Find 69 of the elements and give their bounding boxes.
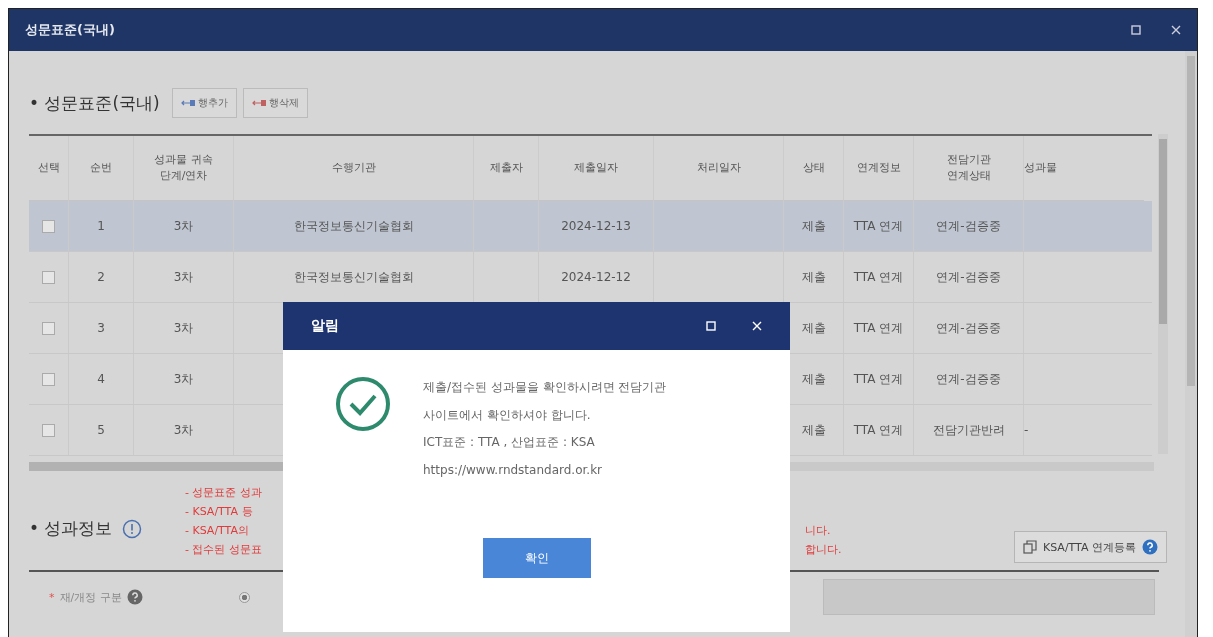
arrow-add-icon <box>180 99 195 107</box>
toolbar-button[interactable]: 행추가 <box>171 88 237 118</box>
note-text: - KSA/TTA의 <box>185 523 250 538</box>
note-text: - KSA/TTA 등 <box>185 504 254 519</box>
copy-icon <box>1022 540 1037 554</box>
table-cell: TTA 연계 <box>853 370 904 388</box>
info-icon[interactable] <box>122 518 143 539</box>
table-cell: 제출 <box>801 319 826 337</box>
table-cell: TTA 연계 <box>853 217 904 235</box>
row-checkbox[interactable] <box>42 423 55 437</box>
help-icon[interactable] <box>1142 539 1158 555</box>
section-title: • 성문표준(국내) <box>29 91 160 115</box>
table-cell: 3차 <box>173 217 194 235</box>
dialog-title: 알림 <box>311 317 340 335</box>
dialog-message: 사이트에서 확인하셔야 합니다. <box>423 406 592 424</box>
link-register-button[interactable]: KSA/TTA 연계등록 <box>1013 531 1167 563</box>
table-cell: 2024-12-12 <box>561 270 631 284</box>
window-title: 성문표준(국내) <box>25 21 116 39</box>
table-cell: 제출 <box>801 421 826 439</box>
table-cell: 1 <box>97 219 105 233</box>
note-text: 니다. <box>805 523 831 538</box>
dialog-message: https://www.rndstandard.or.kr <box>423 461 604 479</box>
table-cell: 3차 <box>173 268 194 286</box>
table-cell: 3차 <box>173 421 194 439</box>
row-checkbox[interactable] <box>42 219 55 233</box>
table-cell: 제출 <box>801 370 826 388</box>
close-icon[interactable] <box>1171 25 1181 35</box>
table-cell: 제출 <box>801 268 826 286</box>
page-scrollbar[interactable] <box>1185 51 1197 637</box>
arrow-delete-icon <box>251 99 266 107</box>
vertical-scrollbar[interactable] <box>1158 134 1168 454</box>
table-cell: 연계-검증중 <box>936 370 1001 388</box>
table-cell: 한국정보통신기술협회 <box>293 268 414 286</box>
note-text: - 접수된 성문표 <box>185 542 263 557</box>
table-cell: 전담기관반려 <box>932 421 1005 439</box>
table-cell: 3 <box>97 321 105 335</box>
row-checkbox[interactable] <box>42 372 55 386</box>
table-cell: 5 <box>97 423 105 437</box>
table-cell: 연계-검증중 <box>936 217 1001 235</box>
table-cell: 4 <box>97 372 105 386</box>
table-cell: TTA 연계 <box>853 421 904 439</box>
table-cell: TTA 연계 <box>853 319 904 337</box>
table-cell: 제출 <box>801 217 826 235</box>
dialog-message: 제출/접수된 성과물을 확인하시려면 전담기관 <box>423 379 667 396</box>
table-cell: 3차 <box>173 370 194 388</box>
section-title: • 성과정보 <box>29 517 113 540</box>
row-checkbox[interactable] <box>42 270 55 284</box>
help-icon[interactable] <box>126 589 143 605</box>
table-cell: 3차 <box>173 319 194 337</box>
note-text: - 성문표준 성과 <box>185 485 263 500</box>
table-cell: 2 <box>97 270 105 284</box>
confirm-button[interactable]: 확인 <box>482 538 591 578</box>
table-cell: - <box>1024 423 1029 437</box>
maximize-icon[interactable] <box>1131 25 1141 35</box>
table-cell: 연계-검증중 <box>936 268 1001 286</box>
radio-button[interactable] <box>239 591 250 603</box>
check-circle-icon <box>335 376 391 432</box>
table-cell: 연계-검증중 <box>936 319 1001 337</box>
input-field[interactable] <box>823 579 1155 615</box>
required-mark: * <box>49 590 55 604</box>
row-checkbox[interactable] <box>42 321 55 335</box>
note-text: 합니다. <box>805 542 842 557</box>
toolbar-button[interactable]: 행삭제 <box>242 88 308 118</box>
table-row[interactable]: 1 3차 한국정보통신기술협회 2024-12-13 제출 TTA 연계 연계-검증중 <box>29 201 1152 252</box>
table-cell: TTA 연계 <box>853 268 904 286</box>
table-cell: 한국정보통신기술협회 <box>293 217 414 235</box>
dialog-message: ICT표준 : TTA , 산업표준 : KSA <box>423 434 596 451</box>
table-cell: 2024-12-13 <box>561 219 631 233</box>
field-label: 재/개정 구분 <box>59 589 122 605</box>
